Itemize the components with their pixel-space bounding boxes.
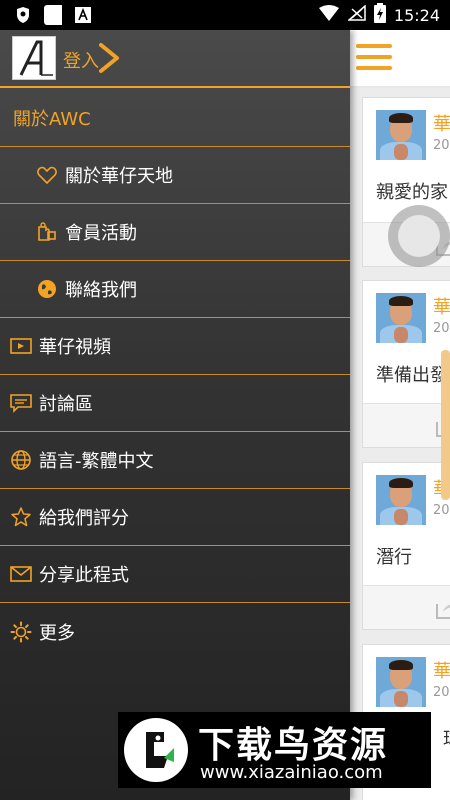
- hamburger-menu-icon[interactable]: [356, 44, 392, 72]
- app-notification-icon: [44, 5, 62, 25]
- menu-item-member-events[interactable]: 會員活動: [0, 204, 350, 261]
- a-notification-icon: [74, 6, 92, 24]
- status-bar: 15:24: [0, 0, 450, 30]
- chevron-right-icon[interactable]: [97, 42, 121, 74]
- menu-item-videos[interactable]: 華仔視頻: [0, 318, 350, 375]
- menu-item-label: 會員活動: [65, 223, 137, 244]
- mail-icon: [10, 563, 32, 585]
- navigation-drawer: 登入 關於AWC 關於華仔天地 會員活動 聯絡我們 華仔視頻 討論區 語言-繁體…: [0, 30, 350, 800]
- avatar: [376, 475, 426, 525]
- card-date: 20: [433, 503, 450, 518]
- wifi-icon: [318, 5, 340, 25]
- globe-icon: [36, 278, 58, 300]
- card-author: 華: [433, 114, 450, 135]
- card-author: 華: [433, 297, 450, 318]
- app-logo: [12, 36, 56, 80]
- menu-item-language[interactable]: 語言-繁體中文: [0, 432, 350, 489]
- menu-item-label: 更多: [39, 622, 75, 644]
- chat-icon: [10, 392, 32, 414]
- card-date: 20: [433, 321, 450, 336]
- menu-item-more[interactable]: 更多: [0, 603, 350, 660]
- menu-item-label: 分享此程式: [39, 565, 129, 586]
- menu-item-contact-us[interactable]: 聯絡我們: [0, 261, 350, 318]
- avatar: [376, 110, 426, 160]
- signal-icon: [346, 4, 366, 25]
- site-watermark: 下载鸟资源 www.xiazainiao.com: [118, 712, 431, 788]
- avatar: [376, 293, 426, 343]
- feed-card[interactable]: 華 20 潛行: [362, 462, 450, 630]
- video-icon: [10, 335, 32, 357]
- language-globe-icon: [10, 449, 32, 471]
- gear-icon: [10, 621, 32, 643]
- menu-item-about-awc[interactable]: 關於AWC: [0, 90, 350, 147]
- floating-touch-button[interactable]: [388, 205, 450, 267]
- menu-item-label: 華仔視頻: [39, 337, 111, 358]
- menu-item-about-andy[interactable]: 關於華仔天地: [0, 147, 350, 204]
- menu-item-label: 聯絡我們: [65, 280, 137, 301]
- card-title: 潛行: [376, 547, 412, 568]
- menu-item-share-app[interactable]: 分享此程式: [0, 546, 350, 603]
- scroll-indicator: [441, 350, 450, 500]
- menu-item-label: 關於華仔天地: [65, 166, 173, 187]
- card-title: 球: [443, 725, 450, 751]
- share-icon[interactable]: [435, 596, 450, 620]
- heart-icon: [36, 164, 58, 186]
- battery-charging-icon: [373, 3, 386, 27]
- menu-item-forum[interactable]: 討論區: [0, 375, 350, 432]
- feed-card[interactable]: 華 20 準備出發: [362, 280, 450, 448]
- watermark-title: 下载鸟资源: [198, 725, 389, 766]
- card-actions: [363, 403, 450, 447]
- menu-item-label: 討論區: [39, 394, 93, 415]
- shield-notification-icon: [14, 6, 32, 24]
- card-actions: [363, 585, 450, 629]
- card-title: 親愛的家: [376, 182, 448, 203]
- card-date: 20: [433, 138, 450, 153]
- star-icon: [10, 506, 32, 528]
- menu-item-label: 關於AWC: [13, 109, 91, 130]
- menu-item-rate-us[interactable]: 給我們評分: [0, 489, 350, 546]
- puzzle-icon: [36, 221, 58, 243]
- card-date: 20: [433, 685, 450, 700]
- watermark-url: www.xiazainiao.com: [200, 762, 383, 783]
- menu-item-label: 給我們評分: [39, 508, 129, 529]
- app-top-bar: [350, 30, 450, 88]
- bird-logo-icon: [124, 718, 188, 782]
- drawer-header[interactable]: 登入: [0, 30, 350, 88]
- card-author: 華: [433, 661, 450, 682]
- avatar: [376, 657, 426, 707]
- menu-item-label: 語言-繁體中文: [39, 451, 154, 472]
- clock: 15:24: [393, 5, 440, 25]
- card-title: 準備出發: [376, 365, 448, 386]
- feed-panel: 華 20 親愛的家 華 20 準備出發 華 20 潛行 華 20 球: [350, 30, 450, 800]
- login-link[interactable]: 登入: [63, 47, 99, 73]
